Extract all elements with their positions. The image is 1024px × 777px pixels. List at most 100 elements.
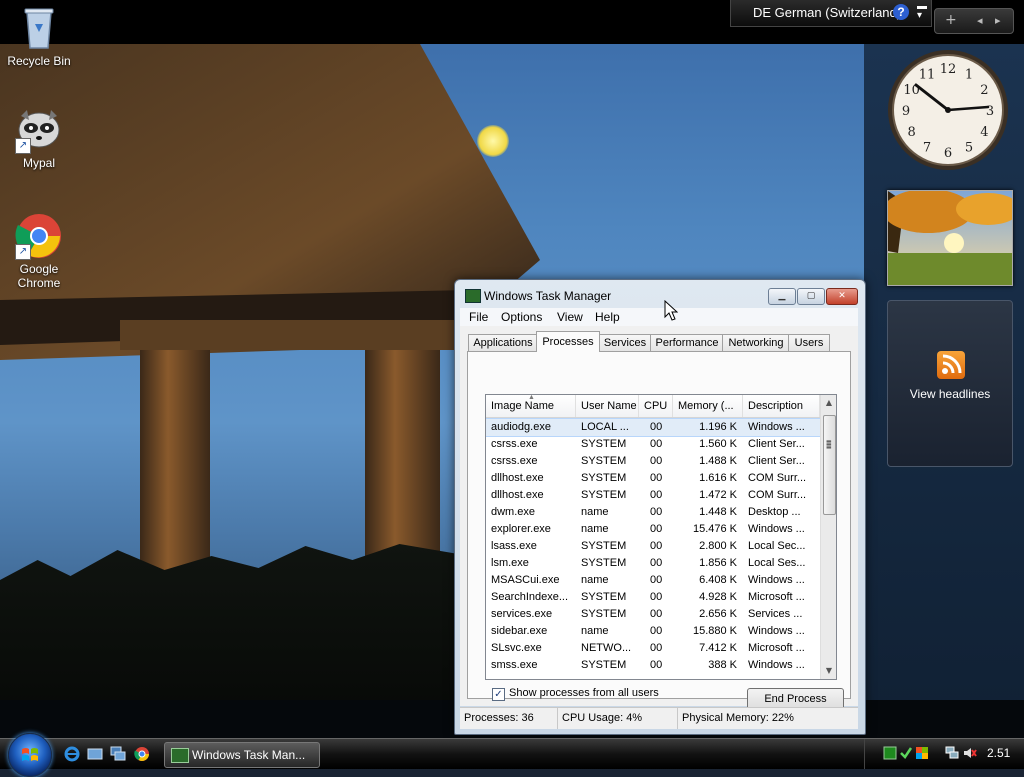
sidebar-next-button[interactable]: ▸ [995,14,1001,27]
maximize-button[interactable]: ▢ [797,288,825,305]
show-all-processes-checkbox[interactable]: ✓ [492,688,505,701]
table-row[interactable]: audiodg.exe LOCAL ... 00 1.196 K Windows ... [486,418,821,437]
language-bar-options-icon[interactable]: ▬ ▾ [917,2,927,21]
table-row[interactable]: sidebar.exe name 00 15.880 K Windows ... [486,623,820,640]
table-row[interactable]: SearchIndexe... SYSTEM 00 4.928 K Microsoft … [486,589,820,606]
desktop-icon-label: Mypal [22,156,55,170]
internet-explorer-icon[interactable] [64,746,80,762]
cell-image-name: MSASCui.exe [491,574,560,586]
column-cpu[interactable]: CPU [639,395,673,417]
table-row[interactable]: lsm.exe SYSTEM 00 1.856 K Local Ses... [486,555,820,572]
help-icon[interactable]: ? [893,4,909,20]
table-row[interactable]: explorer.exe name 00 15.476 K Windows ... [486,521,820,538]
cell-image-name: lsass.exe [491,540,537,552]
scroll-thumb[interactable] [823,415,836,515]
desktop-icon-mypal[interactable]: ↗ Mypal [1,106,77,170]
chrome-quicklaunch-icon[interactable] [134,746,150,762]
table-row[interactable]: dllhost.exe SYSTEM 00 1.472 K COM Surr... [486,487,820,504]
minimize-button[interactable]: ▁ [768,288,796,305]
feed-headlines-gadget[interactable]: View headlines [887,300,1013,467]
cell-user-name: name [581,625,609,637]
clock-gadget[interactable]: 12 1 2 3 4 5 6 7 8 9 10 11 [886,48,1010,172]
volume-muted-tray-icon[interactable] [963,746,977,760]
column-description[interactable]: Description [743,395,820,417]
tab-networking[interactable]: Networking [722,334,790,352]
taskbar-button-label: Windows Task Man... [192,748,306,762]
tab-applications[interactable]: Applications [468,334,538,352]
title-bar[interactable]: Windows Task Manager ▁ ▢ ✕ [455,280,865,310]
language-bar[interactable]: DE German (Switzerland) ? ▬ ▾ [730,0,932,27]
cell-memory: 1.856 K [699,557,737,569]
table-row[interactable]: lsass.exe SYSTEM 00 2.800 K Local Sec... [486,538,820,555]
cell-description: Desktop ... [748,506,801,518]
cell-description: Client Ser... [748,455,805,467]
clock-face: 12 1234567891011 [888,50,1008,170]
table-row[interactable]: services.exe SYSTEM 00 2.656 K Services ... [486,606,820,623]
show-all-processes-label[interactable]: Show processes from all users [509,687,659,699]
menu-view[interactable]: View [557,310,583,324]
sidebar-prev-button[interactable]: ◂ [977,14,983,27]
taskbar-button-task-manager[interactable]: Windows Task Man... [164,742,320,768]
security-tray-icon[interactable] [915,746,929,760]
cell-memory: 388 K [708,659,737,671]
switch-windows-icon[interactable] [110,746,126,762]
desktop-icon-google-chrome[interactable]: ↗ Google Chrome [1,212,77,290]
menu-options[interactable]: Options [501,310,542,324]
cell-cpu: 00 [650,608,663,620]
table-row[interactable]: csrss.exe SYSTEM 00 1.488 K Client Ser... [486,453,820,470]
cell-description: Client Ser... [748,438,805,450]
process-list[interactable]: ▲ Image Name User Name CPU Memory (... D… [485,394,837,680]
menu-file[interactable]: File [469,310,488,324]
cell-image-name: sidebar.exe [491,625,548,637]
add-gadget-button[interactable]: + [945,12,957,28]
view-headlines-link[interactable]: View headlines [888,387,1012,401]
show-desktop-icon[interactable] [87,746,103,762]
slideshow-gadget[interactable] [887,190,1013,286]
cell-memory: 6.408 K [699,574,737,586]
cell-image-name: SLsvc.exe [491,642,542,654]
cell-image-name: csrss.exe [491,455,538,467]
status-physical-memory: Physical Memory: 22% [682,712,794,724]
table-row[interactable]: dllhost.exe SYSTEM 00 1.616 K COM Surr... [486,470,820,487]
table-row[interactable]: MSASCui.exe name 00 6.408 K Windows ... [486,572,820,589]
cell-user-name: SYSTEM [581,438,627,450]
taskbar: Windows Task Man... 2.51 [0,733,1024,777]
scroll-down-icon[interactable]: ▼ [821,663,836,679]
column-user-name[interactable]: User Name [576,395,639,417]
tab-services[interactable]: Services [598,334,652,352]
cell-description: COM Surr... [748,489,807,501]
desktop-icon-label: Recycle Bin [7,54,71,68]
sidebar-controls: + ◂ ▸ [934,8,1014,34]
cell-cpu: 00 [650,523,663,535]
column-image-name[interactable]: ▲ Image Name [486,395,576,417]
tab-performance[interactable]: Performance [650,334,724,352]
clock-numeral: 1 [965,68,973,83]
windows-logo-icon [22,748,38,761]
cell-image-name: dllhost.exe [491,472,544,484]
cell-cpu: 00 [650,438,663,450]
scroll-up-icon[interactable]: ▲ [821,395,836,411]
check-tray-icon[interactable] [899,746,913,760]
table-row[interactable]: SLsvc.exe NETWO... 00 7.412 K Microsoft ... [486,640,820,657]
cell-memory: 2.656 K [699,608,737,620]
window-client-area: Applications Processes Services Performa… [460,326,858,710]
process-list-scrollbar[interactable]: ▲ ▬ ▬ ▬ ▼ [820,395,836,679]
network-tray-icon[interactable] [945,746,959,760]
cpu-meter-tray-icon[interactable] [883,746,897,760]
language-indicator[interactable]: DE German (Switzerland) [753,5,901,20]
desktop-icon-recycle-bin[interactable]: Recycle Bin [1,4,77,68]
taskbar-clock[interactable]: 2.51 [987,746,1010,760]
close-button[interactable]: ✕ [826,288,858,305]
column-memory[interactable]: Memory (... [673,395,743,417]
table-row[interactable]: csrss.exe SYSTEM 00 1.560 K Client Ser... [486,436,820,453]
menu-help[interactable]: Help [595,310,620,324]
window-title: Windows Task Manager [484,289,612,303]
start-button[interactable] [8,733,52,777]
cell-cpu: 00 [650,591,663,603]
table-row[interactable]: smss.exe SYSTEM 00 388 K Windows ... [486,657,820,674]
tab-processes[interactable]: Processes [536,331,600,352]
tab-users[interactable]: Users [788,334,830,352]
table-row[interactable]: dwm.exe name 00 1.448 K Desktop ... [486,504,820,521]
cell-cpu: 00 [650,540,663,552]
cell-memory: 1.472 K [699,489,737,501]
